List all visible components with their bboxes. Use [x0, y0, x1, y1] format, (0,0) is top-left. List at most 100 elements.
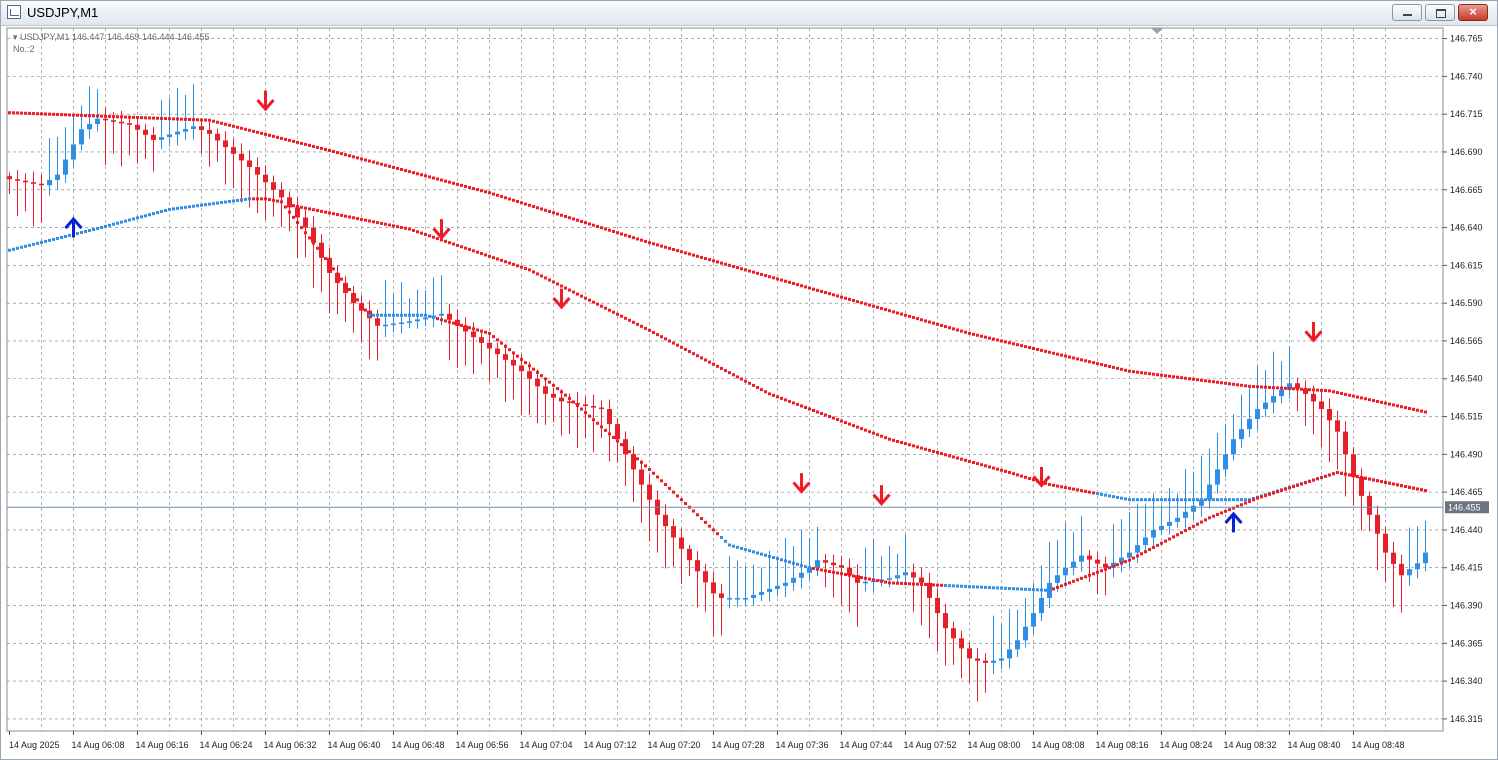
ma_short-point: [716, 532, 719, 536]
ma_slow-point: [1088, 360, 1091, 364]
ma_mid-point: [1176, 498, 1179, 502]
ma_slow-point: [860, 301, 863, 305]
candle-up: [1127, 552, 1132, 558]
ma_short-point: [208, 202, 211, 206]
ma_slow-point: [788, 280, 791, 284]
ma_mid-point: [1172, 498, 1175, 502]
ma_short-point: [556, 387, 559, 391]
ma_mid-point: [336, 213, 339, 217]
ma_short-point: [1288, 486, 1291, 490]
ma_slow-point: [892, 310, 895, 314]
time-axis[interactable]: 14 Aug 2025 14 Aug 06:08 14 Aug 06:16 14 Au…: [9, 731, 1405, 750]
plot-area[interactable]: [6, 27, 1444, 732]
ma_slow-point: [572, 217, 575, 221]
ma_mid-point: [788, 399, 791, 403]
ma_mid-point: [1148, 498, 1151, 502]
ma_short-point: [936, 583, 939, 587]
ma_short-point: [1128, 558, 1131, 562]
ma_slow-point: [1004, 340, 1007, 344]
candle-down: [951, 628, 956, 639]
ma_short-point: [604, 428, 607, 432]
ma_slow-point: [816, 288, 819, 292]
ma_mid-point: [652, 330, 655, 334]
ma_mid-point: [1160, 498, 1163, 502]
ma_mid-point: [1232, 498, 1235, 502]
ma_mid-point: [1204, 498, 1207, 502]
ma_slow-point: [280, 136, 283, 140]
ma_short-point: [1420, 488, 1423, 492]
price-tick-label: 146.440: [1450, 525, 1483, 535]
ma_short-point: [1228, 508, 1231, 512]
ma_short-point: [888, 581, 891, 585]
close-button[interactable]: ×: [1458, 4, 1488, 21]
candle-down: [1375, 514, 1380, 534]
candle-up: [863, 581, 868, 584]
ma_slow-point: [576, 218, 579, 222]
ma_short-point: [300, 226, 303, 230]
maximize-button[interactable]: [1425, 4, 1455, 21]
minimize-button[interactable]: [1392, 4, 1422, 21]
ma_short-point: [1040, 588, 1043, 592]
ma_slow-point: [196, 118, 199, 122]
ma_short-point: [20, 245, 23, 249]
ma_short-point: [1352, 474, 1355, 478]
ma_mid-point: [916, 445, 919, 449]
ma_short-point: [664, 483, 667, 487]
candle-up: [55, 174, 60, 180]
ma_short-point: [120, 220, 123, 224]
candle-up: [47, 179, 52, 186]
ma_short-point: [24, 244, 27, 248]
ma_short-point: [1200, 520, 1203, 524]
ma_slow-point: [488, 191, 491, 195]
ma_slow-point: [528, 203, 531, 207]
ma_slow-point: [972, 332, 975, 336]
ma_mid-point: [948, 454, 951, 458]
ma_slow-point: [1064, 354, 1067, 358]
ma_slow-point: [104, 114, 107, 118]
price-chart[interactable]: 146.765 146.740 146.715 146.690 146.665 146.6…: [1, 25, 1497, 759]
ma_mid-point: [600, 304, 603, 308]
ma_slow-point: [1092, 361, 1095, 365]
ma_short-point: [232, 199, 235, 203]
ma_slow-point: [76, 113, 79, 117]
candle-up: [751, 594, 756, 598]
ma_short-point: [924, 583, 927, 587]
candle-down: [7, 176, 12, 180]
ma_slow-point: [1408, 406, 1411, 410]
candle-down: [663, 514, 668, 527]
candle-down: [711, 582, 716, 594]
ma_slow-point: [692, 253, 695, 257]
candle-down: [319, 242, 324, 258]
ma_slow-point: [824, 291, 827, 295]
ma_slow-point: [620, 232, 623, 236]
ma_short-point: [956, 584, 959, 588]
ma_slow-point: [520, 201, 523, 205]
ma_slow-point: [668, 246, 671, 250]
title-bar[interactable]: USDJPY,M1 ×: [1, 1, 1497, 26]
ma_slow-point: [444, 179, 447, 183]
ma_short-point: [972, 585, 975, 589]
ma_short-point: [1016, 587, 1019, 591]
ma_short-point: [736, 545, 739, 549]
ma_mid-point: [1004, 469, 1007, 473]
ma_short-point: [104, 224, 107, 228]
ma_slow-point: [1392, 403, 1395, 407]
price-axis[interactable]: 146.765 146.740 146.715 146.690 146.665 146.6…: [1443, 34, 1483, 724]
ma_short-point: [100, 225, 103, 229]
ma_short-point: [680, 498, 683, 502]
ma_short-point: [488, 331, 491, 335]
candle-down: [151, 134, 156, 140]
ma_short-point: [1220, 511, 1223, 515]
ma_mid-point: [1196, 498, 1199, 502]
window-title: USDJPY,M1: [27, 5, 99, 20]
ma_slow-point: [756, 271, 759, 275]
ma_slow-point: [1108, 364, 1111, 368]
ma_slow-point: [484, 190, 487, 194]
ma_short-point: [1376, 479, 1379, 483]
ma_short-point: [796, 562, 799, 566]
price-tick-label: 146.315: [1450, 714, 1483, 724]
ma_slow-point: [344, 153, 347, 157]
ma_short-point: [560, 390, 563, 394]
ma_slow-point: [348, 154, 351, 158]
ma_short-point: [1164, 539, 1167, 543]
